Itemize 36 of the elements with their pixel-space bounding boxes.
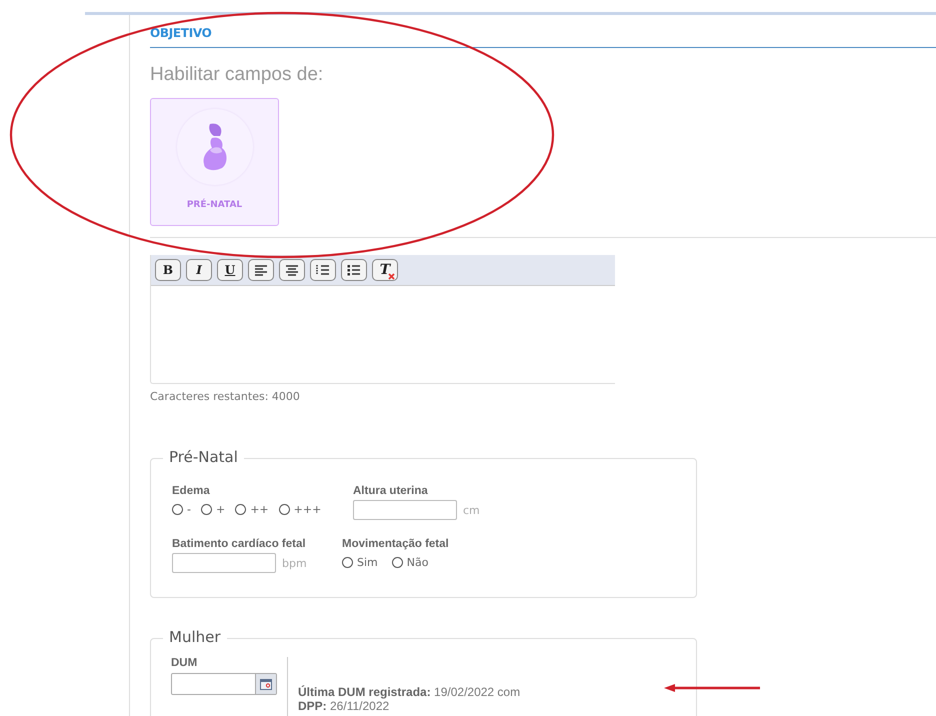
radio-option[interactable]: Não [392, 556, 428, 569]
field-label: Batimento cardíaco fetal [172, 538, 307, 550]
bullet-list-button[interactable] [341, 259, 367, 281]
field-label: Altura uterina [353, 485, 429, 497]
underline-button[interactable]: U [217, 259, 243, 281]
bold-button[interactable]: B [155, 259, 181, 281]
last-period-info: DPP: 26/11/2022 [298, 699, 390, 713]
unit-label: bpm [282, 556, 307, 570]
date-field[interactable] [171, 673, 277, 695]
clear-format-button[interactable]: T [372, 259, 398, 281]
italic-button[interactable]: I [186, 259, 212, 281]
radio-option[interactable]: + [200, 503, 226, 516]
section-title: OBJETIVO [150, 26, 212, 40]
calendar-icon [260, 678, 272, 690]
align-left-button[interactable] [248, 259, 274, 281]
characters-remaining: Caracteres restantes: 4000 [150, 390, 300, 403]
bullet-list-icon [347, 264, 361, 276]
align-center-button[interactable] [279, 259, 305, 281]
field-label: Edema [172, 485, 211, 497]
radio-option[interactable]: +++ [278, 503, 322, 516]
enable-fields-heading: Habilitar campos de: [150, 64, 324, 86]
last-period-info: Última DUM registrada: 19/02/2022 com [298, 685, 520, 699]
align-left-icon [254, 264, 268, 276]
field-label: DUM [171, 657, 198, 669]
radio-option[interactable]: Sim [342, 556, 378, 569]
unit-label: cm [463, 504, 480, 516]
input-field[interactable] [172, 553, 276, 573]
radio-option[interactable]: ++ [235, 503, 269, 516]
ordered-list-button[interactable] [310, 259, 336, 281]
field-label: Movimentação fetal [342, 538, 449, 550]
close-icon [388, 273, 396, 280]
numbered-list-icon [316, 264, 330, 276]
rich-text-editor[interactable]: B I U T [150, 255, 615, 384]
input-field[interactable] [353, 500, 457, 520]
align-center-icon [285, 264, 299, 276]
radio-option[interactable]: - [172, 503, 191, 516]
